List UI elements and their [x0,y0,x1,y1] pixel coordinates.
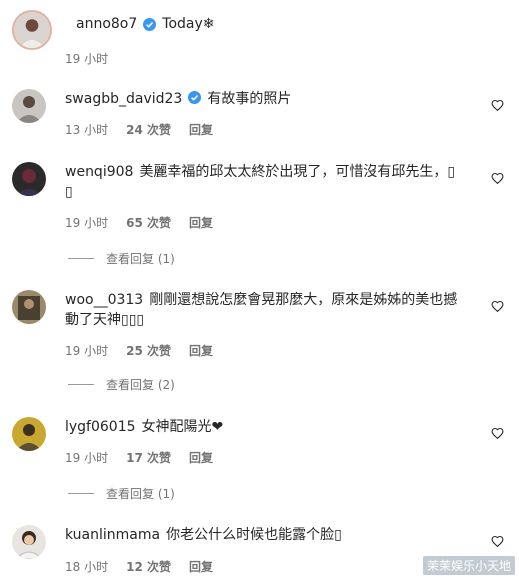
commenter-username[interactable]: swagbb_david23 [65,91,182,107]
comment-text: 美麗幸福的邱太太終於出現了，可惜沒有邱先生，▯ [139,164,456,180]
like-heart-icon[interactable] [491,535,504,548]
comment-text: 有故事的照片 [207,91,292,107]
comment-time: 19 小时 [65,451,109,465]
comment-text-continued: 動了天神▯▯▯ [65,312,145,328]
post-author-username[interactable]: anno8o7 [76,16,137,32]
comment-text: 剛剛還想說怎麼會晃那麼大，原來是姊姊的美也撼 [149,292,458,308]
view-replies-label: 查看回复 (2) [106,378,175,392]
reply-button[interactable]: 回复 [189,214,213,231]
comment-time: 19 小时 [65,216,109,230]
like-heart-icon[interactable] [491,427,504,440]
commenter-avatar[interactable] [12,290,46,324]
replies-divider [68,384,94,385]
commenter-avatar[interactable] [12,417,46,451]
commenter-username[interactable]: wenqi908 [65,164,133,180]
comment-likes[interactable]: 12 次赞 [126,558,171,575]
comment-likes[interactable]: 65 次赞 [126,214,171,231]
view-replies-button[interactable]: 查看回复 (1) [68,250,175,267]
comment-time: 19 小时 [65,344,109,358]
like-heart-icon[interactable] [491,300,504,313]
comment-text: 女神配陽光❤ [141,419,224,435]
commenter-username[interactable]: kuanlinmama [65,527,160,543]
reply-button[interactable]: 回复 [189,449,213,466]
commenter-username[interactable]: woo__0313 [65,292,143,308]
comment-likes[interactable]: 24 次赞 [126,121,171,138]
like-heart-icon[interactable] [491,99,504,112]
verified-badge-icon [143,17,157,31]
comment-item: lygf06015 女神配陽光❤ 19 小时 17 次赞 回复 查看回复 (1) [12,417,512,507]
reply-button[interactable]: 回复 [189,121,213,138]
comment-text-continued: ▯ [65,184,73,200]
comment-item: wenqi908 美麗幸福的邱太太終於出現了，可惜沒有邱先生，▯ ▯ 19 小时 … [12,162,512,272]
view-replies-label: 查看回复 (1) [106,487,175,501]
post-caption: anno8o7 Today❄ 19 小时 [12,10,507,80]
replies-divider [68,258,94,259]
post-author-avatar[interactable] [12,10,52,50]
comment-likes[interactable]: 17 次赞 [126,449,171,466]
comment-likes[interactable]: 25 次赞 [126,342,171,359]
commenter-avatar[interactable] [12,162,46,196]
reply-button[interactable]: 回复 [189,342,213,359]
commenter-username[interactable]: lygf06015 [65,419,136,435]
comment-item: woo__0313 剛剛還想說怎麼會晃那麼大，原來是姊姊的美也撼 動了天神▯▯▯ … [12,290,512,400]
watermark: 茉茉娱乐小天地 [422,556,515,575]
post-caption-text: Today❄ [162,16,215,32]
comment-time: 13 小时 [65,123,109,137]
commenter-avatar[interactable] [12,89,46,123]
view-replies-button[interactable]: 查看回复 (2) [68,376,175,393]
view-replies-label: 查看回复 (1) [106,252,175,266]
commenter-avatar[interactable] [12,525,46,559]
reply-button[interactable]: 回复 [189,558,213,575]
comment-item: swagbb_david23 有故事的照片 13 小时 24 次赞 回复 [12,89,512,149]
verified-badge-icon [188,91,202,104]
comment-time: 18 小时 [65,560,109,574]
replies-divider [68,493,94,494]
like-heart-icon[interactable] [491,172,504,185]
comment-text: 你老公什么时候也能露个脸▯ [166,527,342,543]
post-time: 19 小时 [65,52,109,66]
view-replies-button[interactable]: 查看回复 (1) [68,485,175,502]
